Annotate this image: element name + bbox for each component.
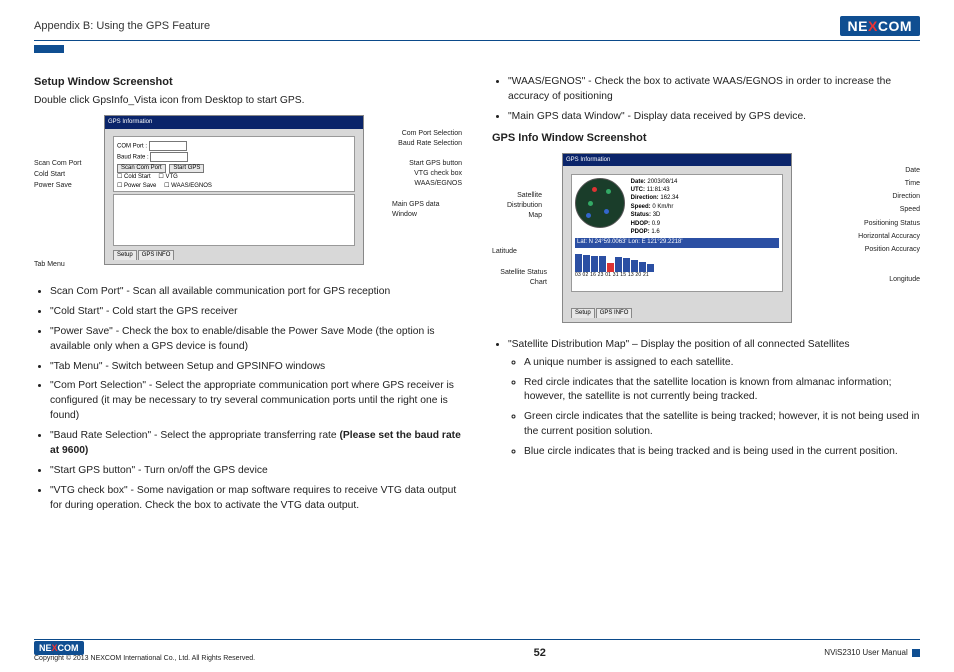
setup-subtitle: Double click GpsInfo_Vista icon from Des… [34, 94, 462, 109]
baud-label: Baud Rate : [117, 155, 149, 161]
com-label: COM Port : [117, 143, 147, 149]
scan-com-port-button[interactable]: Scan Com Port [117, 164, 166, 174]
ann-speed: Speed [900, 205, 920, 215]
ann-time: Time [905, 179, 920, 189]
gps-info-text: Date: 2003/08/14 UTC: 11:81:43 Direction… [631, 178, 679, 237]
list-item: Blue circle indicates that is being trac… [524, 445, 920, 460]
appendix-title: Appendix B: Using the GPS Feature [34, 20, 210, 32]
waas-egnos-checkbox[interactable]: ☐ WAAS/EGNOS [164, 183, 212, 189]
ann-p-accuracy: Position Accuracy [865, 245, 920, 255]
copyright: Copyright © 2013 NEXCOM International Co… [34, 655, 255, 662]
gpsinfo-title: GPS Info Window Screenshot [492, 131, 920, 147]
manual-name: NViS2310 User Manual [824, 648, 907, 657]
footer-logo: NEXCOM [34, 641, 84, 655]
list-item: "Satellite Distribution Map" – Display t… [508, 338, 920, 460]
satellite-distribution-map [575, 178, 625, 228]
nexcom-logo: NEXCOM [840, 16, 920, 36]
start-gps-button[interactable]: Start GPS [169, 164, 204, 174]
setup-bullets: Scan Com Port" - Scan all available comm… [34, 285, 462, 514]
right-top-bullets: "WAAS/EGNOS" - Check the box to activate… [492, 75, 920, 125]
ann-start-gps-btn: Start GPS button [409, 159, 462, 169]
ann-sat-map: Satellite Distribution Map [492, 191, 542, 221]
list-item: "Start GPS button" - Turn on/off the GPS… [50, 464, 462, 479]
page-footer: NEXCOM Copyright © 2013 NEXCOM Internati… [34, 639, 920, 662]
list-item: "WAAS/EGNOS" - Check the box to activate… [508, 75, 920, 105]
tab-gpsinfo[interactable]: GPS INFO [138, 250, 175, 260]
ann-tab-menu: Tab Menu [34, 260, 65, 270]
page-number: 52 [534, 647, 546, 659]
setup-screenshot: GPS Information COM Port : Baud Rate : S… [104, 115, 364, 265]
bar-labels: 03 02 16 23 01 31 15 13 20 21 [575, 272, 779, 279]
accent-bar [34, 45, 64, 53]
gpsinfo-window-title: GPS Information [563, 154, 791, 167]
setup-screenshot-wrap: Scan Com Port Cold Start Power Save Tab … [34, 115, 462, 275]
right-column: "WAAS/EGNOS" - Check the box to activate… [492, 69, 920, 520]
ann-latitude: Latitude [492, 247, 517, 257]
gpsinfo-main-bullets: "Satellite Distribution Map" – Display t… [492, 338, 920, 460]
left-column: Setup Window Screenshot Double click Gps… [34, 69, 462, 520]
page-header: Appendix B: Using the GPS Feature NEXCOM [34, 16, 920, 41]
ann-longitude: Longitude [889, 275, 920, 285]
ann-direction: Direction [892, 192, 920, 202]
list-item: Red circle indicates that the satellite … [524, 376, 920, 406]
ann-main-gps-window: Main GPS data Window [392, 200, 462, 220]
ann-power-save: Power Save [34, 181, 72, 191]
satellite-status-chart [575, 252, 779, 272]
gpsinfo-screenshot-wrap: Satellite Distribution Map Latitude Sate… [492, 153, 920, 328]
ann-baud-rate-sel: Baud Rate Selection [398, 139, 462, 149]
tab-setup[interactable]: Setup [113, 250, 137, 260]
vtg-checkbox[interactable]: ☐ VTG [158, 174, 177, 180]
ann-pos-status: Positioning Status [864, 219, 920, 229]
ann-waas-egnos: WAAS/EGNOS [414, 179, 462, 189]
com-select[interactable] [149, 141, 187, 151]
gpsinfo-sub-bullets: A unique number is assigned to each sate… [508, 356, 920, 461]
ann-cold-start: Cold Start [34, 170, 65, 180]
list-item: "Tab Menu" - Switch between Setup and GP… [50, 360, 462, 375]
list-item: A unique number is assigned to each sate… [524, 356, 920, 371]
list-item: Green circle indicates that the satellit… [524, 410, 920, 440]
ann-h-accuracy: Horizontal Accuracy [858, 232, 920, 242]
lat-lon-readout: Lat: N 24°59.0063' Lon: E 121°29.2218' [575, 238, 779, 248]
setup-window-title: GPS Information [105, 116, 363, 129]
main-gps-data-window [113, 194, 355, 246]
corner-accent-icon [912, 649, 920, 657]
tab-gpsinfo-2[interactable]: GPS INFO [596, 308, 633, 318]
list-item: Scan Com Port" - Scan all available comm… [50, 285, 462, 300]
gpsinfo-screenshot: GPS Information Date: 2003/08/ [562, 153, 792, 323]
cold-start-checkbox[interactable]: ☐ Cold Start [117, 174, 151, 180]
list-item: "Main GPS data Window" - Display data re… [508, 110, 920, 125]
ann-com-port-sel: Com Port Selection [402, 129, 462, 139]
ann-vtg-check: VTG check box [414, 169, 462, 179]
tab-setup-2[interactable]: Setup [571, 308, 595, 318]
list-item: "VTG check box" - Some navigation or map… [50, 484, 462, 514]
list-item: "Com Port Selection" - Select the approp… [50, 379, 462, 424]
ann-scan-com-port: Scan Com Port [34, 159, 81, 169]
list-item: "Cold Start" - Cold start the GPS receiv… [50, 305, 462, 320]
list-item: "Power Save" - Check the box to enable/d… [50, 325, 462, 355]
baud-select[interactable] [150, 152, 188, 162]
ann-date: Date [905, 166, 920, 176]
setup-title: Setup Window Screenshot [34, 75, 462, 91]
power-save-checkbox[interactable]: ☐ Power Save [117, 183, 156, 189]
ann-sat-chart: Satellite Status Chart [492, 268, 547, 288]
list-item: "Baud Rate Selection" - Select the appro… [50, 429, 462, 459]
